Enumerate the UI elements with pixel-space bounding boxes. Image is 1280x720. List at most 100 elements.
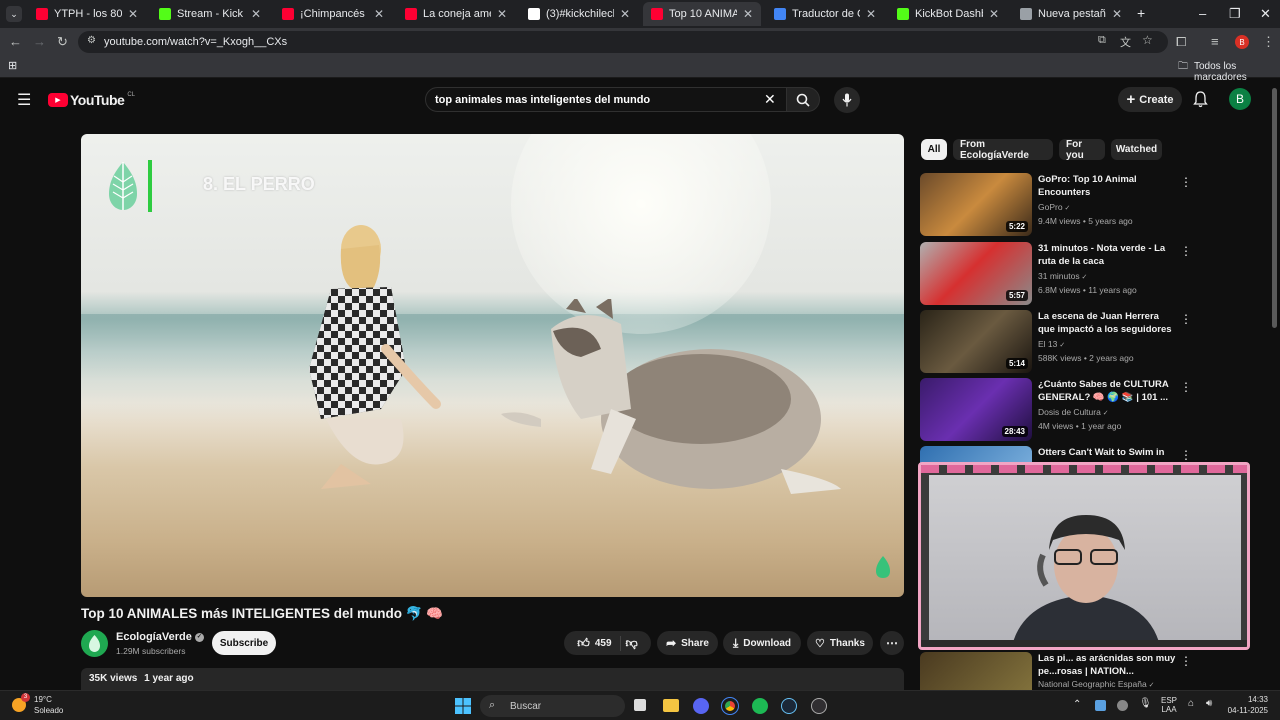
- bookmark-star-icon[interactable]: ☆: [1142, 33, 1153, 47]
- tray-app-icon-2[interactable]: [1117, 700, 1128, 711]
- clear-search-icon[interactable]: ✕: [764, 91, 776, 108]
- obs-icon[interactable]: [811, 698, 827, 714]
- video-title[interactable]: Las pi... as arácnidas son muy pe...rosa…: [1038, 652, 1176, 678]
- tray-mic-icon[interactable]: 🎙︎: [1139, 698, 1152, 709]
- tab-close-icon[interactable]: ✕: [497, 7, 507, 21]
- description-box[interactable]: 35K views 1 year ago: [81, 668, 904, 692]
- more-options-icon[interactable]: ⋮: [1180, 312, 1192, 326]
- browser-tab[interactable]: La coneja america ad ✕: [397, 2, 515, 26]
- channel-name[interactable]: EcologíaVerde ✓: [116, 631, 204, 643]
- video-player[interactable]: 8. EL PERRO: [81, 134, 904, 597]
- video-channel[interactable]: 31 minutos ✓: [1038, 271, 1087, 281]
- recommended-video[interactable]: 5:14 La escena de Juan Herrera que impact…: [920, 310, 1270, 374]
- video-title[interactable]: GoPro: Top 10 Animal Encounters: [1038, 173, 1176, 199]
- youtube-logo[interactable]: ▶ YouTube CL: [48, 92, 135, 108]
- taskbar-search[interactable]: ⌕ Buscar: [480, 695, 625, 717]
- install-icon[interactable]: ⧉: [1098, 34, 1106, 47]
- address-bar[interactable]: ⚙ youtube.com/watch?v=_Kxogh__CXs ⧉ 文 ☆: [78, 31, 1168, 53]
- filter-chip[interactable]: From EcologíaVerde: [953, 139, 1053, 161]
- browser-tab[interactable]: KickBot Dashboard ✕: [889, 2, 1007, 26]
- forward-icon[interactable]: →: [33, 34, 46, 49]
- volume-icon[interactable]: 🔊︎: [1206, 698, 1212, 709]
- tray-chevron-icon[interactable]: ⌃: [1073, 699, 1081, 710]
- task-view-icon[interactable]: [634, 699, 646, 711]
- video-channel[interactable]: GoPro ✓: [1038, 202, 1070, 212]
- browser-tab[interactable]: ¡Chimpancés con Má ✕: [274, 2, 392, 26]
- more-options-icon[interactable]: ⋮: [1180, 244, 1192, 258]
- page-scrollbar[interactable]: [1272, 88, 1277, 328]
- browser-tab[interactable]: (3)#kickchileclips #m ✕: [520, 2, 638, 26]
- notifications-bell-icon[interactable]: [1193, 91, 1208, 108]
- tab-close-icon[interactable]: ✕: [743, 7, 753, 21]
- discord-icon[interactable]: [693, 698, 709, 714]
- filter-chip[interactable]: Watched: [1111, 139, 1162, 160]
- recommended-video[interactable]: 28:43 ¿Cuánto Sabes de CULTURA GENERAL? 🧠…: [920, 378, 1270, 442]
- restore-button[interactable]: ❐: [1229, 6, 1241, 22]
- subscribe-button[interactable]: Subscribe: [212, 631, 276, 655]
- more-options-icon[interactable]: ⋮: [1180, 175, 1192, 189]
- hamburger-menu-icon[interactable]: ☰: [17, 90, 31, 110]
- site-info-icon[interactable]: ⚙: [87, 35, 96, 46]
- spotify-icon[interactable]: [752, 698, 768, 714]
- video-thumbnail[interactable]: 5:57: [920, 242, 1032, 305]
- tab-close-icon[interactable]: ✕: [128, 7, 138, 21]
- filter-chip[interactable]: For you: [1059, 139, 1105, 161]
- video-title[interactable]: La escena de Juan Herrera que impactó a …: [1038, 310, 1176, 336]
- recommended-video[interactable]: 5:57 31 minutos - Nota verde - La ruta de…: [920, 242, 1270, 306]
- steam-icon[interactable]: [781, 698, 797, 714]
- apps-grid-icon[interactable]: ⊞: [8, 59, 17, 72]
- tab-close-icon[interactable]: ✕: [251, 7, 261, 21]
- translate-icon[interactable]: 文: [1120, 34, 1131, 50]
- reload-icon[interactable]: ↻: [57, 34, 68, 50]
- minimize-button[interactable]: –: [1199, 6, 1206, 21]
- new-tab-button[interactable]: +: [1137, 5, 1145, 21]
- tab-close-icon[interactable]: ✕: [1112, 7, 1122, 21]
- video-title[interactable]: ¿Cuánto Sabes de CULTURA GENERAL? 🧠 🌍 📚 …: [1038, 378, 1176, 404]
- video-thumbnail[interactable]: 5:14: [920, 310, 1032, 373]
- download-button[interactable]: ⤓ Download: [723, 631, 801, 655]
- back-icon[interactable]: ←: [9, 34, 22, 49]
- extensions-icon[interactable]: ⧠: [1176, 34, 1186, 50]
- tab-close-icon[interactable]: ✕: [374, 7, 384, 21]
- profile-avatar[interactable]: B: [1235, 35, 1249, 49]
- video-channel[interactable]: Dosis de Cultura ✓: [1038, 407, 1109, 417]
- tab-close-icon[interactable]: ✕: [620, 7, 630, 21]
- browser-tab[interactable]: Nueva pestaña ✕: [1012, 2, 1130, 26]
- recommended-video[interactable]: 5:22 GoPro: Top 10 Animal Encounters GoPro…: [920, 173, 1270, 237]
- video-title[interactable]: 31 minutos - Nota verde - La ruta de la …: [1038, 242, 1176, 268]
- media-icon[interactable]: ≡: [1211, 34, 1219, 49]
- tray-app-icon[interactable]: [1095, 700, 1106, 711]
- more-options-icon[interactable]: ⋮: [1180, 448, 1192, 462]
- browser-tab[interactable]: Top 10 ANIMALES m ✕: [643, 2, 761, 26]
- browser-tab[interactable]: Traductor de Google ✕: [766, 2, 884, 26]
- video-channel[interactable]: National Geographic España ✓: [1038, 679, 1155, 689]
- more-options-icon[interactable]: ⋮: [1180, 380, 1192, 394]
- network-icon[interactable]: ⌂: [1188, 698, 1194, 709]
- search-button[interactable]: [786, 87, 820, 112]
- windows-start-icon[interactable]: [455, 698, 471, 714]
- channel-avatar[interactable]: [81, 630, 108, 657]
- thanks-button[interactable]: ♡ Thanks: [807, 631, 873, 655]
- like-button[interactable]: 👍︎ 459: [577, 635, 621, 651]
- close-window-button[interactable]: ✕: [1260, 6, 1271, 22]
- thumbs-down-icon[interactable]: 👎︎: [626, 636, 638, 651]
- share-button[interactable]: ➦ Share: [657, 631, 718, 655]
- search-input[interactable]: top animales mas inteligentes del mundo …: [425, 87, 787, 112]
- create-button[interactable]: + Create: [1118, 87, 1182, 112]
- voice-search-button[interactable]: [834, 87, 860, 113]
- video-channel[interactable]: El 13 ✓: [1038, 339, 1065, 349]
- browser-tab[interactable]: Stream - Kick Dashbo ✕: [151, 2, 269, 26]
- chrome-icon[interactable]: [721, 697, 739, 715]
- clock[interactable]: 14:33 04-11-2025: [1222, 695, 1268, 715]
- filter-chip[interactable]: All: [921, 139, 947, 160]
- more-actions-button[interactable]: ⋯: [880, 631, 904, 655]
- browser-tab[interactable]: YTPH - los 80 pinoche ✕: [28, 2, 146, 26]
- file-explorer-icon[interactable]: [663, 699, 679, 712]
- video-title[interactable]: Otters Can't Wait to Swim in: [1038, 446, 1176, 459]
- tab-search-button[interactable]: ⌄: [6, 6, 22, 22]
- menu-icon[interactable]: ⋮: [1262, 34, 1275, 50]
- language-indicator[interactable]: ESP LAA: [1158, 696, 1180, 714]
- more-options-icon[interactable]: ⋮: [1180, 654, 1192, 668]
- video-thumbnail[interactable]: 5:22: [920, 173, 1032, 236]
- account-avatar[interactable]: B: [1229, 88, 1251, 110]
